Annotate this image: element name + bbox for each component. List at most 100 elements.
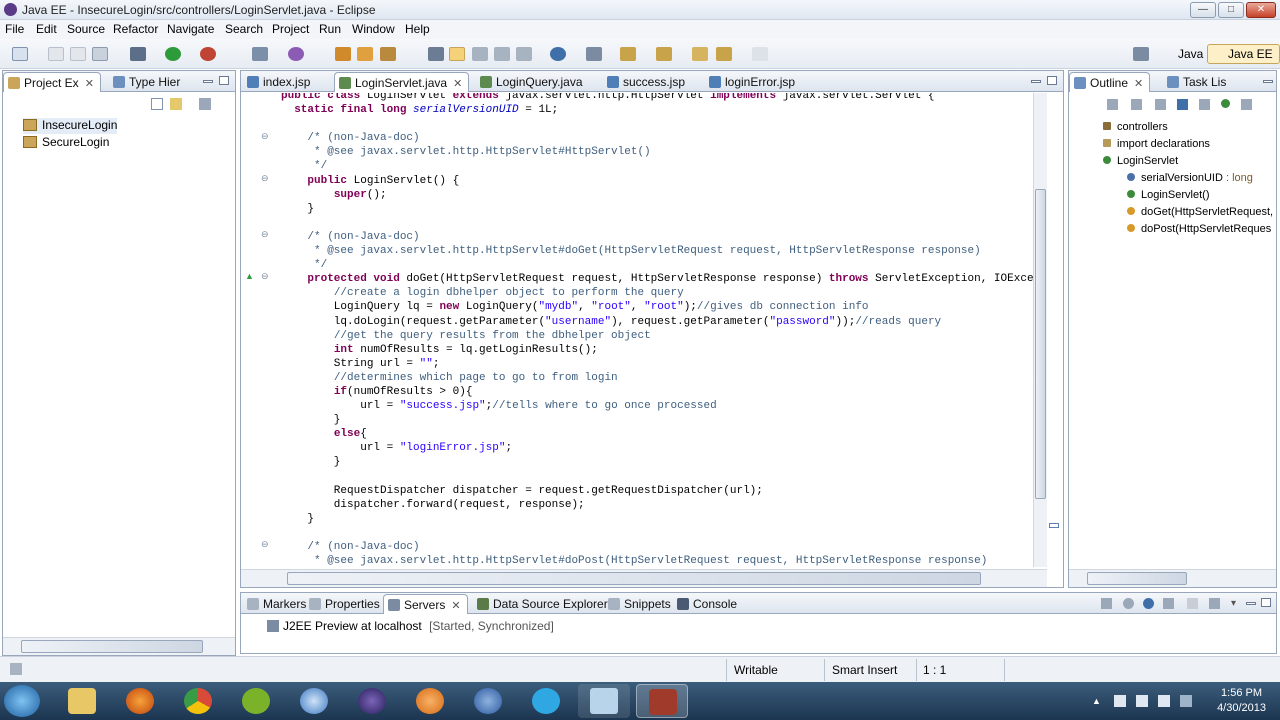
view-menu-icon[interactable]: ▾	[1231, 598, 1241, 609]
debug-icon[interactable]	[130, 47, 146, 61]
menu-search[interactable]: Search	[225, 22, 263, 36]
tab-data-source-explorer[interactable]: Data Source Explorer	[473, 594, 614, 614]
skype-app[interactable]	[520, 684, 572, 718]
volume-icon[interactable]	[1158, 695, 1170, 707]
new-package-icon[interactable]	[335, 47, 351, 61]
sort-icon[interactable]	[1131, 99, 1142, 110]
fold-icon[interactable]: ⊖	[261, 131, 269, 142]
tab-loginquery-java[interactable]: LoginQuery.java	[476, 72, 589, 92]
fold-icon[interactable]: ⊖	[261, 539, 269, 550]
explorer-app[interactable]	[56, 684, 108, 718]
maximize-view-icon[interactable]	[219, 76, 229, 85]
collapse-all-icon[interactable]	[1107, 99, 1118, 110]
minimize-button[interactable]: —	[1190, 2, 1216, 18]
web-browser-icon[interactable]	[550, 47, 566, 61]
network-icon[interactable]	[1136, 695, 1148, 707]
forward-icon[interactable]	[752, 47, 768, 61]
menu-window[interactable]: Window	[352, 22, 395, 36]
menu-navigate[interactable]: Navigate	[167, 22, 214, 36]
start-button[interactable]	[4, 685, 40, 717]
menu-file[interactable]: File	[5, 22, 24, 36]
tab-loginservlet-java[interactable]: LoginServlet.java ✕	[334, 72, 470, 92]
outline-item[interactable]: controllers	[1103, 121, 1168, 133]
tab-snippets[interactable]: Snippets	[604, 594, 677, 614]
code-editor[interactable]: ⊖ ⊖ ⊖ ⊖ ⊖ ▲ public class LoginServlet ex…	[241, 93, 1041, 567]
outline-item[interactable]: doGet(HttpServletRequest,	[1125, 205, 1273, 218]
fold-icon[interactable]: ⊖	[261, 229, 269, 240]
hide-static-icon[interactable]	[1177, 99, 1188, 110]
open-type-icon[interactable]	[380, 47, 396, 61]
eclipse-app[interactable]	[346, 684, 398, 718]
collapse-all-icon[interactable]	[1101, 598, 1112, 609]
scroll-thumb[interactable]	[1035, 189, 1046, 499]
menu-run[interactable]: Run	[319, 22, 341, 36]
tab-success-jsp[interactable]: success.jsp	[603, 72, 691, 92]
tree-item-securelogin[interactable]: SecureLogin	[23, 135, 109, 151]
close-icon[interactable]: ✕	[451, 600, 460, 612]
save-all-icon[interactable]	[70, 47, 86, 61]
horizontal-scrollbar[interactable]	[1069, 569, 1276, 587]
tab-properties[interactable]: Properties	[305, 594, 386, 614]
external-tools-icon[interactable]	[200, 47, 216, 61]
outline-item[interactable]: import declarations	[1103, 138, 1210, 150]
horizontal-scrollbar[interactable]	[241, 569, 1047, 587]
tab-servers[interactable]: Servers ✕	[383, 594, 468, 614]
maximize-button[interactable]: □	[1218, 2, 1244, 18]
menu-help[interactable]: Help	[405, 22, 430, 36]
close-button[interactable]: ✕	[1246, 2, 1276, 18]
save-icon[interactable]	[48, 47, 64, 61]
tab-outline[interactable]: Outline ✕	[1069, 72, 1151, 92]
overview-marker-icon[interactable]	[1049, 523, 1059, 528]
pin-editor-icon[interactable]	[516, 47, 532, 61]
tray-app-icon[interactable]	[1180, 695, 1192, 707]
r-app[interactable]	[462, 684, 514, 718]
debug-server-icon[interactable]	[1123, 598, 1134, 609]
new-class-icon[interactable]	[357, 47, 373, 61]
close-icon[interactable]: ✕	[85, 78, 94, 90]
action-center-icon[interactable]	[1114, 695, 1126, 707]
java-ee-app[interactable]	[636, 684, 688, 718]
horizontal-scrollbar[interactable]	[3, 637, 235, 655]
stop-server-icon[interactable]	[1187, 598, 1198, 609]
tab-markers[interactable]: Markers	[243, 594, 312, 614]
show-hidden-icons-icon[interactable]: ▲	[1092, 696, 1101, 706]
run-icon[interactable]	[165, 47, 181, 61]
outline-item[interactable]: doPost(HttpServletReques	[1125, 222, 1271, 235]
itunes-app[interactable]	[288, 684, 340, 718]
search-icon[interactable]	[428, 47, 444, 61]
clock[interactable]: 1:56 PM 4/30/2013	[1217, 686, 1266, 716]
outline-item[interactable]: serialVersionUID : long	[1127, 172, 1253, 184]
fold-icon[interactable]: ⊖	[261, 173, 269, 184]
close-icon[interactable]: ✕	[1134, 78, 1143, 90]
open-perspective-icon[interactable]	[1133, 47, 1149, 61]
scroll-thumb[interactable]	[287, 572, 981, 585]
minimize-view-icon[interactable]	[1031, 80, 1041, 83]
collapse-all-icon[interactable]	[151, 98, 163, 110]
scroll-thumb[interactable]	[21, 640, 203, 653]
tab-type-hierarchy[interactable]: Type Hier	[109, 72, 186, 92]
hide-fields-icon[interactable]	[1155, 99, 1166, 110]
start-server-icon[interactable]	[1143, 598, 1154, 609]
scroll-thumb[interactable]	[1087, 572, 1187, 585]
menu-source[interactable]: Source	[67, 22, 105, 36]
connect-icon[interactable]	[586, 47, 602, 61]
tab-index-jsp[interactable]: index.jsp	[243, 72, 316, 92]
outline-item[interactable]: LoginServlet()	[1127, 189, 1209, 201]
minimize-view-icon[interactable]	[203, 80, 213, 83]
back-icon[interactable]	[716, 47, 732, 61]
perspective-java-ee[interactable]: Java EE	[1207, 44, 1280, 64]
last-edit-icon[interactable]	[692, 47, 708, 61]
new-java-project-icon[interactable]	[288, 47, 304, 61]
show-whitespace-icon[interactable]	[494, 47, 510, 61]
spotify-app[interactable]	[230, 684, 282, 718]
server-row[interactable]: J2EE Preview at localhost [Started, Sync…	[267, 619, 554, 633]
menu-project[interactable]: Project	[272, 22, 309, 36]
hide-local-types-icon[interactable]	[1221, 99, 1230, 108]
previous-annotation-icon[interactable]	[656, 47, 672, 61]
tab-task-list[interactable]: Task Lis	[1163, 72, 1232, 92]
tab-console[interactable]: Console	[673, 594, 743, 614]
tab-loginerror-jsp[interactable]: loginError.jsp	[705, 72, 801, 92]
outline-item[interactable]: LoginServlet	[1103, 155, 1178, 167]
profile-server-icon[interactable]	[1163, 598, 1174, 609]
chrome-app[interactable]	[172, 684, 224, 718]
